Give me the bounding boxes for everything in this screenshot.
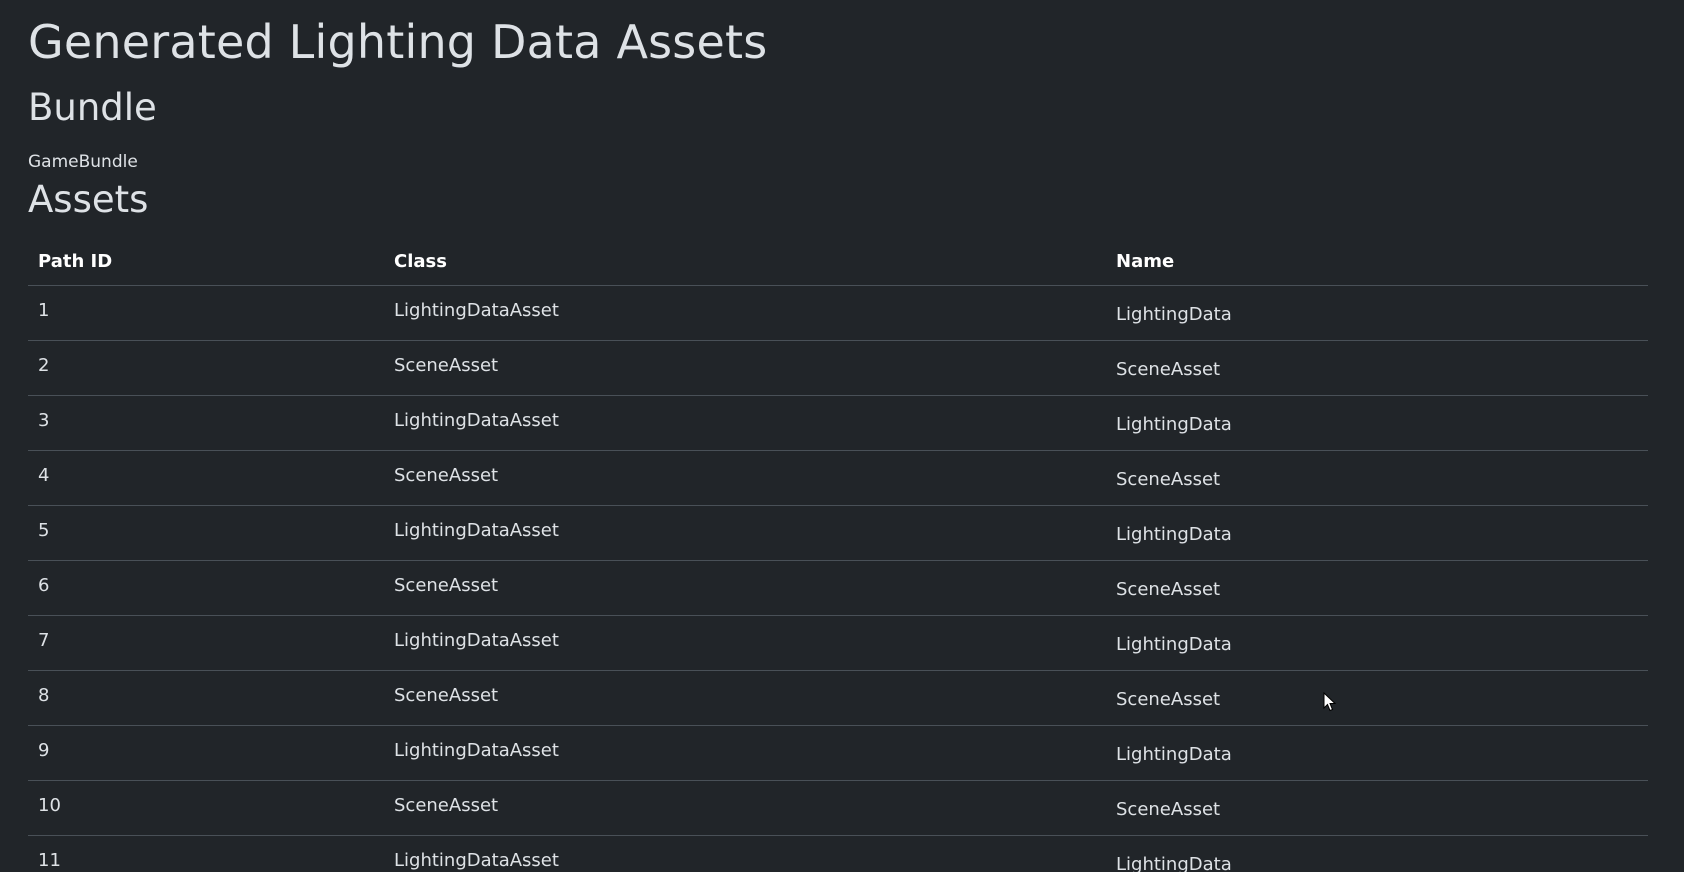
cell-path-id-cell: 4 (28, 450, 384, 506)
cell-name-cell: SceneAsset (1106, 670, 1648, 726)
table-row: 2 SceneAsset SceneAsset (28, 340, 1648, 396)
cell-class-cell: LightingDataAsset (384, 835, 1106, 872)
cell-class: SceneAsset (394, 684, 499, 706)
cell-path-id-cell: 9 (28, 725, 384, 781)
cell-class: SceneAsset (394, 354, 499, 376)
cell-class-cell: SceneAsset (384, 340, 1106, 396)
cell-path-id: 7 (38, 629, 50, 651)
cell-path-id-cell: 10 (28, 780, 384, 836)
cell-path-id: 6 (38, 574, 50, 596)
table-row: 7 LightingDataAsset LightingData (28, 615, 1648, 671)
cell-class: SceneAsset (394, 574, 499, 596)
cell-class: SceneAsset (394, 794, 499, 816)
cell-path-id-cell: 7 (28, 615, 384, 671)
table-row: 4 SceneAsset SceneAsset (28, 450, 1648, 506)
cell-name-cell: SceneAsset (1106, 340, 1648, 396)
cell-name-cell: LightingData (1106, 835, 1648, 872)
cell-path-id-cell: 8 (28, 670, 384, 726)
page: Generated Lighting Data Assets Bundle Ga… (0, 0, 1684, 872)
assets-heading: Assets (28, 178, 149, 221)
cell-path-id: 2 (38, 354, 50, 376)
cell-path-id: 5 (38, 519, 50, 541)
cell-class: LightingDataAsset (394, 519, 559, 541)
cell-class: LightingDataAsset (394, 739, 559, 761)
table-row: 8 SceneAsset SceneAsset (28, 670, 1648, 726)
table-row: 3 LightingDataAsset LightingData (28, 395, 1648, 451)
cell-name-cell: SceneAsset (1106, 450, 1648, 506)
cell-path-id-cell: 1 (28, 285, 384, 341)
cell-name: LightingData (1116, 633, 1232, 655)
column-header-path-id: Path ID (28, 236, 384, 286)
bundle-heading: Bundle (28, 86, 157, 129)
cell-name: SceneAsset (1116, 578, 1221, 600)
cell-class-cell: LightingDataAsset (384, 615, 1106, 671)
cell-name-cell: LightingData (1106, 395, 1648, 451)
cell-path-id: 9 (38, 739, 50, 761)
cell-class-cell: LightingDataAsset (384, 395, 1106, 451)
cell-class-cell: LightingDataAsset (384, 285, 1106, 341)
bundle-name: GameBundle (28, 152, 138, 172)
cell-class-cell: SceneAsset (384, 780, 1106, 836)
cell-name: LightingData (1116, 303, 1232, 325)
cell-path-id: 4 (38, 464, 50, 486)
cell-name-cell: LightingData (1106, 505, 1648, 561)
cell-path-id: 3 (38, 409, 50, 431)
cell-name-cell: LightingData (1106, 725, 1648, 781)
assets-table-header: Path ID Class Name (28, 236, 1648, 286)
table-row: 5 LightingDataAsset LightingData (28, 505, 1648, 561)
cell-class-cell: LightingDataAsset (384, 725, 1106, 781)
cell-path-id: 11 (38, 849, 61, 871)
cell-class-cell: SceneAsset (384, 560, 1106, 616)
assets-table: Path ID Class Name 1 LightingDataAsset Lig… (28, 236, 1648, 872)
table-row: 10 SceneAsset SceneAsset (28, 780, 1648, 836)
table-row: 1 LightingDataAsset LightingData (28, 285, 1648, 341)
cell-path-id-cell: 2 (28, 340, 384, 396)
cell-name: LightingData (1116, 853, 1232, 872)
header-row: Path ID Class Name (28, 236, 1648, 286)
column-header-name: Name (1106, 236, 1648, 286)
page-title: Generated Lighting Data Assets (28, 15, 768, 69)
cell-name: SceneAsset (1116, 358, 1221, 380)
table-row: 11 LightingDataAsset LightingData (28, 835, 1648, 872)
assets-table-body: 1 LightingDataAsset LightingData 2 SceneAsse… (28, 285, 1648, 872)
cell-path-id-cell: 11 (28, 835, 384, 872)
cell-path-id: 8 (38, 684, 50, 706)
cell-name: LightingData (1116, 523, 1232, 545)
cell-path-id: 1 (38, 299, 50, 321)
cell-name: SceneAsset (1116, 468, 1221, 490)
cell-name-cell: SceneAsset (1106, 560, 1648, 616)
cell-name-cell: LightingData (1106, 285, 1648, 341)
cell-path-id: 10 (38, 794, 61, 816)
cell-name: LightingData (1116, 743, 1232, 765)
cell-class: LightingDataAsset (394, 409, 559, 431)
mouse-pointer-icon (1323, 692, 1337, 712)
cell-path-id-cell: 3 (28, 395, 384, 451)
cell-name: SceneAsset (1116, 798, 1221, 820)
cell-name-cell: SceneAsset (1106, 780, 1648, 836)
cell-class-cell: LightingDataAsset (384, 505, 1106, 561)
cell-class: LightingDataAsset (394, 849, 559, 871)
cell-path-id-cell: 5 (28, 505, 384, 561)
cell-class-cell: SceneAsset (384, 670, 1106, 726)
cell-name: LightingData (1116, 413, 1232, 435)
cell-class: LightingDataAsset (394, 629, 559, 651)
table-row: 6 SceneAsset SceneAsset (28, 560, 1648, 616)
cell-name-cell: LightingData (1106, 615, 1648, 671)
cell-class: SceneAsset (394, 464, 499, 486)
cell-class: LightingDataAsset (394, 299, 559, 321)
column-header-class: Class (384, 236, 1106, 286)
cell-class-cell: SceneAsset (384, 450, 1106, 506)
cell-path-id-cell: 6 (28, 560, 384, 616)
cell-name: SceneAsset (1116, 688, 1221, 710)
table-row: 9 LightingDataAsset LightingData (28, 725, 1648, 781)
